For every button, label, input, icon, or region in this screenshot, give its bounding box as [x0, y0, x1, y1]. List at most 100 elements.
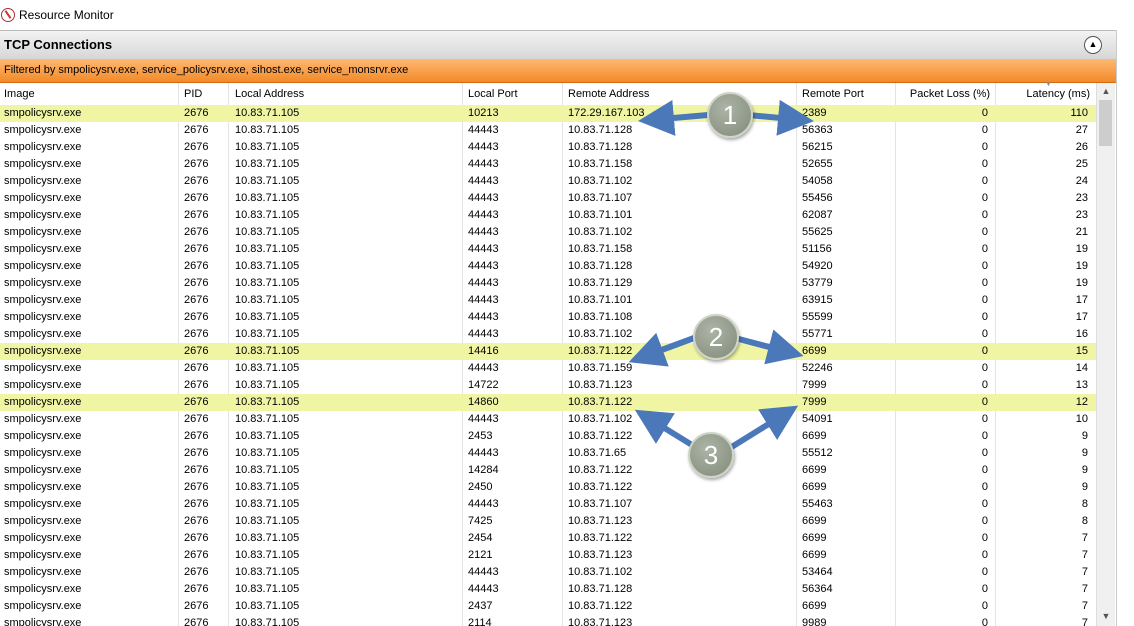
cell-remote-port: 53779 — [802, 277, 833, 289]
table-row[interactable]: smpolicysrv.exe 2676 10.83.71.105 44443 10.8… — [0, 326, 1096, 343]
scrollbar-thumb[interactable] — [1099, 100, 1112, 146]
table-row[interactable]: smpolicysrv.exe 2676 10.83.71.105 44443 10.8… — [0, 360, 1096, 377]
cell-packet-loss: 0 — [981, 209, 988, 221]
cell-remote-address: 10.83.71.129 — [568, 277, 633, 289]
resource-monitor-icon — [1, 8, 15, 22]
table-row[interactable]: smpolicysrv.exe 2676 10.83.71.105 14860 10.8… — [0, 394, 1096, 411]
table-row[interactable]: smpolicysrv.exe 2676 10.83.71.105 10213 172.… — [0, 105, 1096, 122]
table-row[interactable]: smpolicysrv.exe 2676 10.83.71.105 44443 10.8… — [0, 224, 1096, 241]
cell-remote-port: 6699 — [802, 481, 827, 493]
cell-remote-port: 7999 — [802, 396, 827, 408]
cell-image: smpolicysrv.exe — [4, 379, 82, 391]
cell-latency: 21 — [1075, 226, 1088, 238]
cell-local-port: 44443 — [468, 566, 499, 578]
table-row[interactable]: smpolicysrv.exe 2676 10.83.71.105 44443 10.8… — [0, 496, 1096, 513]
cell-remote-address: 10.83.71.128 — [568, 260, 633, 272]
cell-remote-port: 7999 — [802, 379, 827, 391]
cell-packet-loss: 0 — [981, 413, 988, 425]
section-header[interactable]: TCP Connections ▲ — [0, 30, 1116, 60]
column-header-latency[interactable]: Latency (ms) — [998, 88, 1090, 100]
table-row[interactable]: smpolicysrv.exe 2676 10.83.71.105 44443 10.8… — [0, 309, 1096, 326]
chevron-up-icon[interactable]: ▲ — [1084, 36, 1102, 54]
cell-image: smpolicysrv.exe — [4, 345, 82, 357]
table-row[interactable]: smpolicysrv.exe 2676 10.83.71.105 44443 10.8… — [0, 581, 1096, 598]
table-row[interactable]: smpolicysrv.exe 2676 10.83.71.105 44443 10.8… — [0, 241, 1096, 258]
cell-pid: 2676 — [184, 311, 209, 323]
cell-local-address: 10.83.71.105 — [235, 379, 300, 391]
table-row[interactable]: smpolicysrv.exe 2676 10.83.71.105 44443 10.8… — [0, 156, 1096, 173]
cell-local-address: 10.83.71.105 — [235, 226, 300, 238]
cell-pid: 2676 — [184, 464, 209, 476]
cell-image: smpolicysrv.exe — [4, 107, 82, 119]
cell-remote-port: 9989 — [802, 617, 827, 626]
cell-remote-address: 10.83.71.123 — [568, 549, 633, 561]
cell-local-address: 10.83.71.105 — [235, 430, 300, 442]
table-row[interactable]: smpolicysrv.exe 2676 10.83.71.105 44443 10.8… — [0, 564, 1096, 581]
cell-image: smpolicysrv.exe — [4, 464, 82, 476]
cell-local-port: 14416 — [468, 345, 499, 357]
cell-image: smpolicysrv.exe — [4, 328, 82, 340]
cell-remote-port: 55599 — [802, 311, 833, 323]
table-row[interactable]: smpolicysrv.exe 2676 10.83.71.105 44443 10.8… — [0, 190, 1096, 207]
cell-latency: 17 — [1075, 294, 1088, 306]
table-row[interactable]: smpolicysrv.exe 2676 10.83.71.105 2450 10.83… — [0, 479, 1096, 496]
table-row[interactable]: smpolicysrv.exe 2676 10.83.71.105 2121 10.83… — [0, 547, 1096, 564]
table-row[interactable]: smpolicysrv.exe 2676 10.83.71.105 44443 10.8… — [0, 445, 1096, 462]
cell-remote-port: 54058 — [802, 175, 833, 187]
cell-remote-address: 10.83.71.102 — [568, 413, 633, 425]
table-row[interactable]: smpolicysrv.exe 2676 10.83.71.105 44443 10.8… — [0, 411, 1096, 428]
scroll-down-arrow-icon[interactable]: ▼ — [1100, 611, 1112, 623]
cell-remote-port: 2389 — [802, 107, 827, 119]
cell-local-port: 44443 — [468, 277, 499, 289]
cell-remote-port: 54920 — [802, 260, 833, 272]
table-row[interactable]: smpolicysrv.exe 2676 10.83.71.105 44443 10.8… — [0, 207, 1096, 224]
cell-pid: 2676 — [184, 192, 209, 204]
cell-latency: 15 — [1075, 345, 1088, 357]
column-header-packet-loss[interactable]: Packet Loss (%) — [896, 88, 990, 100]
table-row[interactable]: smpolicysrv.exe 2676 10.83.71.105 44443 10.8… — [0, 122, 1096, 139]
cell-image: smpolicysrv.exe — [4, 175, 82, 187]
table-row[interactable]: smpolicysrv.exe 2676 10.83.71.105 44443 10.8… — [0, 139, 1096, 156]
cell-latency: 8 — [1081, 515, 1088, 527]
cell-remote-port: 52246 — [802, 362, 833, 374]
table-row[interactable]: smpolicysrv.exe 2676 10.83.71.105 7425 10.83… — [0, 513, 1096, 530]
cell-local-port: 44443 — [468, 328, 499, 340]
table-row[interactable]: smpolicysrv.exe 2676 10.83.71.105 2454 10.83… — [0, 530, 1096, 547]
cell-local-port: 44443 — [468, 498, 499, 510]
column-header-remote-port[interactable]: Remote Port — [802, 88, 864, 100]
cell-remote-port: 6699 — [802, 600, 827, 612]
table-row[interactable]: smpolicysrv.exe 2676 10.83.71.105 44443 10.8… — [0, 173, 1096, 190]
cell-image: smpolicysrv.exe — [4, 226, 82, 238]
table-row[interactable]: smpolicysrv.exe 2676 10.83.71.105 14722 10.8… — [0, 377, 1096, 394]
table-row[interactable]: smpolicysrv.exe 2676 10.83.71.105 2114 10.83… — [0, 615, 1096, 626]
cell-latency: 7 — [1081, 617, 1088, 626]
column-header-image[interactable]: Image — [4, 88, 35, 100]
table-row[interactable]: smpolicysrv.exe 2676 10.83.71.105 2437 10.83… — [0, 598, 1096, 615]
vertical-scrollbar[interactable]: ▲ ▼ — [1096, 83, 1115, 626]
table-row[interactable]: smpolicysrv.exe 2676 10.83.71.105 14416 10.8… — [0, 343, 1096, 360]
cell-packet-loss: 0 — [981, 260, 988, 272]
table-row[interactable]: smpolicysrv.exe 2676 10.83.71.105 2453 10.83… — [0, 428, 1096, 445]
cell-remote-address: 10.83.71.158 — [568, 158, 633, 170]
column-header-local-port[interactable]: Local Port — [468, 88, 518, 100]
cell-pid: 2676 — [184, 430, 209, 442]
table-row[interactable]: smpolicysrv.exe 2676 10.83.71.105 44443 10.8… — [0, 275, 1096, 292]
table-row[interactable]: smpolicysrv.exe 2676 10.83.71.105 44443 10.8… — [0, 258, 1096, 275]
table-row[interactable]: smpolicysrv.exe 2676 10.83.71.105 44443 10.8… — [0, 292, 1096, 309]
cell-pid: 2676 — [184, 515, 209, 527]
column-header-pid[interactable]: PID — [184, 88, 202, 100]
cell-pid: 2676 — [184, 481, 209, 493]
column-header-local-address[interactable]: Local Address — [235, 88, 304, 100]
table-row[interactable]: smpolicysrv.exe 2676 10.83.71.105 14284 10.8… — [0, 462, 1096, 479]
cell-packet-loss: 0 — [981, 192, 988, 204]
scroll-up-arrow-icon[interactable]: ▲ — [1100, 86, 1112, 98]
cell-local-port: 2437 — [468, 600, 493, 612]
cell-image: smpolicysrv.exe — [4, 549, 82, 561]
column-header-remote-address[interactable]: Remote Address — [568, 88, 649, 100]
cell-latency: 19 — [1075, 260, 1088, 272]
cell-packet-loss: 0 — [981, 311, 988, 323]
cell-pid: 2676 — [184, 447, 209, 459]
cell-pid: 2676 — [184, 158, 209, 170]
cell-local-port: 44443 — [468, 294, 499, 306]
cell-local-port: 2454 — [468, 532, 493, 544]
